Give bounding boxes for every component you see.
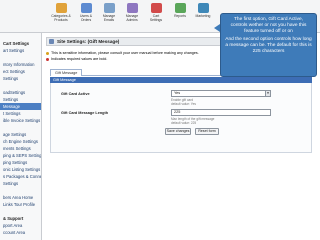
toolbar-label: Users & Orders — [79, 14, 93, 22]
callout-text-1: The first option, Gift Card Active, cont… — [230, 17, 307, 34]
globe-icon — [197, 3, 209, 13]
toolbar-reports[interactable]: Reports — [169, 3, 191, 18]
form-section: Gift Card Active Yes ▾ Enable gift card … — [50, 83, 312, 153]
gift-card-active-select[interactable]: Yes ▾ — [171, 90, 271, 97]
toolbar-categories-products[interactable]: Categories & Products — [50, 3, 72, 22]
sidebar-item[interactable]: Settings — [0, 180, 41, 187]
sidebar-item[interactable] — [0, 33, 41, 40]
gift-card-active-label: Gift Card Active — [61, 92, 90, 96]
admin-icon — [126, 3, 138, 13]
sidebar-item[interactable] — [0, 208, 41, 215]
sidebar-item[interactable]: Links Tour Profile — [0, 201, 41, 208]
sidebar-item[interactable]: ch Engine Settings — [0, 138, 41, 145]
toolbar-manage-emails[interactable]: Manage Emails — [98, 3, 120, 22]
mail-icon — [103, 3, 115, 13]
sidebar-item[interactable]: ping & SEPS Settings — [0, 152, 41, 159]
sidebar-item[interactable]: s Packages & Connectors — [0, 173, 41, 180]
sidebar-item[interactable]: pport Area — [0, 222, 41, 229]
hint: default value: Yes — [171, 102, 196, 106]
save-changes-button[interactable]: Save changes — [165, 128, 191, 135]
users-icon — [80, 3, 92, 13]
toolbar-label: Marketing — [195, 14, 211, 18]
toolbar-label: Cart Settings — [149, 14, 163, 22]
callout-text-2: And the second option controls how long … — [225, 37, 312, 54]
sidebar-item[interactable]: ible Invoice Settings — [0, 117, 41, 124]
gift-message-length-input[interactable]: 225 — [171, 109, 271, 116]
sidebar-item-gift-message[interactable]: Message — [0, 103, 41, 110]
sidebar-item[interactable]: ments Settings — [0, 145, 41, 152]
sidebar-item[interactable]: ect Settings — [0, 68, 41, 75]
app-window: Categories & Products Users & Orders Man… — [0, 0, 320, 240]
settings-icon — [49, 39, 54, 44]
reset-form-button[interactable]: Reset form — [195, 128, 219, 135]
cart-icon — [150, 3, 162, 13]
required-icon — [46, 57, 49, 61]
chevron-down-icon: ▾ — [265, 91, 270, 96]
sidebar-item[interactable]: ntory Information — [0, 61, 41, 68]
tab-gift-message[interactable]: Gift Message — [50, 69, 83, 76]
sidebar-item[interactable] — [0, 54, 41, 61]
required-text: Indicates required values are bold. — [51, 57, 108, 61]
toolbar-manage-admins[interactable]: Manage Admins — [121, 3, 143, 22]
toolbar-users-orders[interactable]: Users & Orders — [75, 3, 97, 22]
toolbar-marketing[interactable]: Marketing — [192, 3, 214, 18]
sidebar-item[interactable]: onic Listing Settings — [0, 166, 41, 173]
sidebar-item[interactable] — [0, 124, 41, 131]
sidebar-section-cart-settings: Cart Settings — [3, 41, 30, 46]
sidebar-item[interactable]: age Settings — [0, 131, 41, 138]
sidebar-item[interactable]: art Settings — [0, 47, 41, 54]
toolbar-cart-settings[interactable]: Cart Settings — [145, 3, 167, 22]
sidebar-item[interactable]: oadSettings — [0, 89, 41, 96]
sidebar-item[interactable]: bers Area Home — [0, 194, 41, 201]
sidebar-item[interactable] — [0, 82, 41, 89]
folder-icon — [55, 3, 67, 13]
sidebar-item[interactable]: Settings — [0, 96, 41, 103]
sidebar-item[interactable]: t Settings — [0, 110, 41, 117]
warning-icon — [46, 51, 49, 55]
sidebar-section-support: & Support — [3, 216, 24, 221]
sidebar-item[interactable] — [0, 187, 41, 194]
sidebar-item[interactable]: ccount Area — [0, 229, 41, 236]
toolbar-label: Reports — [174, 14, 186, 18]
sidebar-item[interactable]: Settings — [0, 75, 41, 82]
toolbar-label: Manage Emails — [102, 14, 116, 22]
gift-message-length-label: Gift Card Message Length — [61, 111, 109, 115]
select-value: Yes — [174, 91, 181, 95]
sidebar: Cart Settings art Settings ntory Informa… — [0, 33, 42, 240]
page-title: Site Settings: (Gift Message) — [57, 39, 120, 44]
toolbar-label: Categories & Products — [51, 14, 71, 22]
sidebar-item[interactable]: ping Settings — [0, 159, 41, 166]
hint: default value: 225 — [171, 121, 197, 125]
chart-icon — [174, 3, 186, 13]
warning-text: This is sensitive information, please co… — [51, 51, 199, 55]
toolbar-label: Manage Admins — [125, 14, 139, 22]
required-notice: Indicates required values are bold. — [46, 56, 107, 62]
tutorial-callout: The first option, Gift Card Active, cont… — [220, 13, 317, 77]
